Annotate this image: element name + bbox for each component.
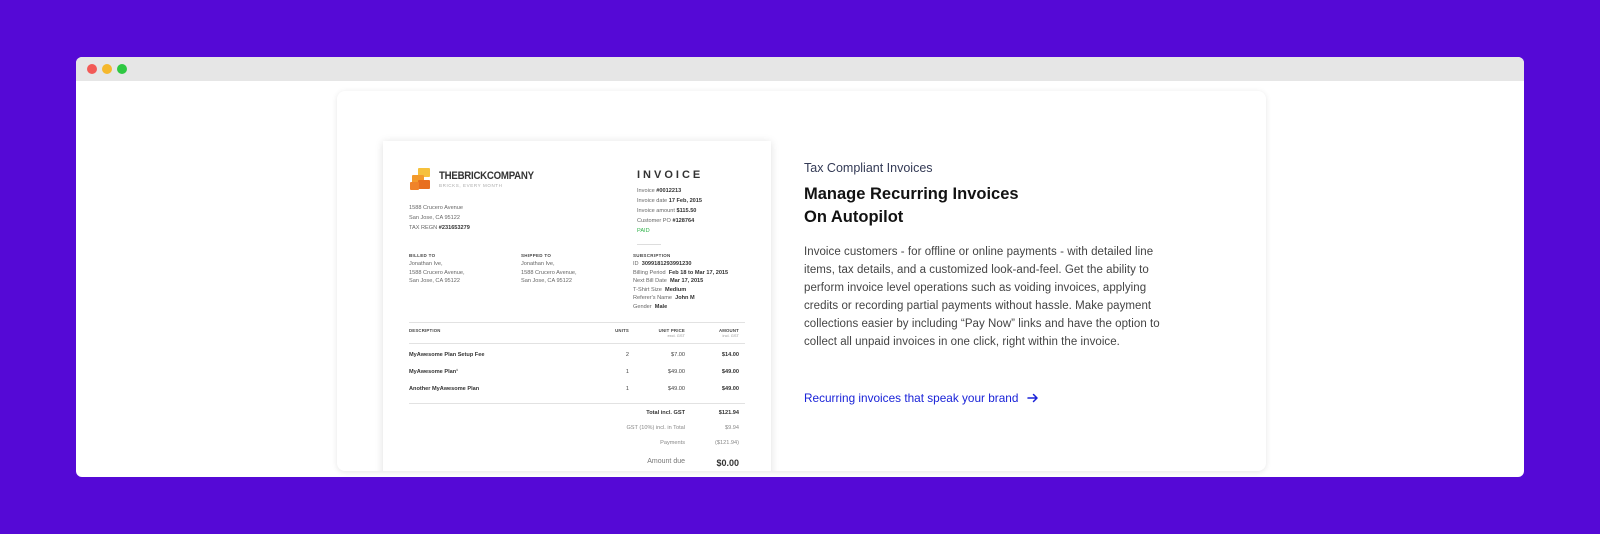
divider (637, 244, 661, 245)
maximize-dot[interactable] (117, 64, 127, 74)
arrow-right-icon (1027, 393, 1039, 403)
minimize-dot[interactable] (102, 64, 112, 74)
divider (409, 343, 745, 344)
total-row: Payments ($121.94) (660, 440, 739, 446)
total-row: GST (10%) incl. in Total $9.94 (626, 425, 739, 431)
subscription-details: SUBSCRIPTION ID 3099181293991230 Billing… (633, 253, 729, 310)
col-amount: AMOUNT incl. GST (718, 328, 739, 338)
meta-row: Customer PO #128764 (637, 218, 695, 224)
table-row: MyAwesome Plan¹ 1 $49.00 $49.00 (409, 369, 739, 375)
close-dot[interactable] (87, 64, 97, 74)
meta-row: Invoice date 17 Feb, 2015 (637, 198, 703, 204)
feature-headline: Manage Recurring Invoices On Autopilot (804, 185, 1019, 226)
company-name: THEBRICKCOMPANY (439, 170, 534, 182)
subscription-row: T-Shirt Size Medium (633, 286, 687, 293)
paid-status: PAID (637, 228, 650, 234)
subscription-row: Gender Male (633, 303, 668, 310)
total-row: Total incl. GST $121.94 (646, 410, 739, 416)
meta-row: Invoice amount $115.50 (637, 208, 697, 214)
divider (409, 322, 745, 323)
brick-logo-icon (410, 168, 430, 190)
address-line: San Jose, CA 95122 (409, 215, 461, 221)
table-row: MyAwesome Plan Setup Fee 2 $7.00 $14.00 (409, 352, 739, 358)
invoice-meta: Invoice #0012213 Invoice date 17 Feb, 20… (637, 186, 702, 236)
feature-copy: Tax Compliant Invoices Manage Recurring … (804, 161, 1164, 405)
browser-window: THEBRICKCOMPANY BRICKS, EVERY MONTH 1588… (76, 57, 1524, 477)
totals: Total incl. GST $121.94 GST (10%) incl. … (559, 410, 739, 471)
tax-regn: TAX REGN #231653279 (409, 225, 470, 231)
company-tagline: BRICKS, EVERY MONTH (439, 183, 503, 188)
meta-row: Invoice #0012213 (637, 188, 682, 194)
line-items: MyAwesome Plan Setup Fee 2 $7.00 $14.00 … (409, 352, 739, 403)
col-unit-price: UNIT PRICE excl. GST (658, 328, 685, 338)
subscription-row: Next Bill Date Mar 17, 2015 (633, 278, 704, 284)
feature-description: Invoice customers - for offline or onlin… (804, 246, 1160, 348)
table-row: Another MyAwesome Plan 1 $49.00 $49.00 (409, 386, 739, 392)
feature-kicker: Tax Compliant Invoices (804, 161, 933, 175)
subscription-row: Referer's Name John M (633, 295, 695, 301)
subscription-row: Billing Period Feb 18 to Mar 17, 2015 (633, 269, 729, 276)
col-description: DESCRIPTION (409, 328, 441, 333)
col-units: UNITS (615, 328, 629, 333)
recurring-invoices-link[interactable]: Recurring invoices that speak your brand (804, 391, 1039, 405)
address-line: 1588 Crucero Avenue (409, 205, 464, 211)
amount-due-row: Amount due $0.00 (647, 458, 739, 468)
cta-label: Recurring invoices that speak your brand (804, 391, 1019, 405)
shipped-to: SHIPPED TO Jonathan Ive, 1588 Crucero Av… (521, 253, 577, 284)
from-address: 1588 Crucero Avenue San Jose, CA 95122 T… (409, 203, 470, 233)
feature-card: THEBRICKCOMPANY BRICKS, EVERY MONTH 1588… (337, 91, 1266, 471)
invoice-title: INVOICE (637, 169, 704, 181)
invoice-preview: THEBRICKCOMPANY BRICKS, EVERY MONTH 1588… (383, 141, 771, 471)
divider (409, 403, 745, 404)
billed-to: BILLED TO Jonathan Ive, 1588 Crucero Ave… (409, 253, 465, 284)
window-titlebar (76, 57, 1524, 81)
subscription-row: ID 3099181293991230 (633, 261, 692, 267)
